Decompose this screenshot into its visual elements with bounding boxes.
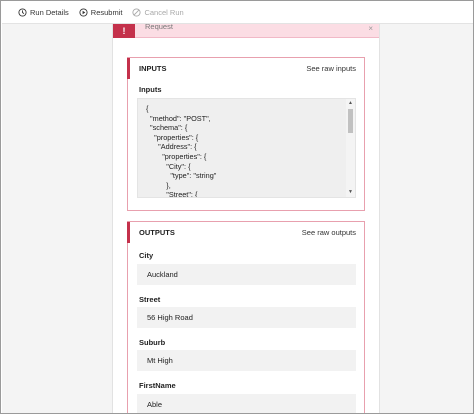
output-value-firstname: Able bbox=[137, 394, 356, 413]
run-details-button[interactable]: Run Details bbox=[18, 8, 69, 17]
inputs-code: { "method": "POST", "schema": { "propert… bbox=[146, 104, 217, 198]
trigger-title: Request bbox=[145, 22, 173, 31]
request-icon: ! bbox=[113, 24, 135, 38]
toolbar: Run Details Resubmit Cancel Run bbox=[2, 2, 473, 24]
output-label-firstname: FirstName bbox=[139, 381, 176, 390]
outputs-header: OUTPUTS See raw outputs bbox=[127, 222, 364, 243]
trigger-header[interactable]: ! Request × bbox=[113, 22, 379, 38]
output-value-suburb: Mt High bbox=[137, 350, 356, 371]
cancel-run-button[interactable]: Cancel Run bbox=[132, 8, 184, 17]
resubmit-button[interactable]: Resubmit bbox=[79, 8, 123, 17]
cancel-run-label: Cancel Run bbox=[144, 8, 184, 17]
inputs-title: INPUTS bbox=[139, 64, 167, 73]
scroll-down-arrow-icon[interactable]: ▼ bbox=[347, 189, 354, 196]
output-value-city: Auckland bbox=[137, 264, 356, 285]
output-label-street: Street bbox=[139, 295, 161, 304]
inputs-code-box[interactable]: { "method": "POST", "schema": { "propert… bbox=[137, 98, 356, 198]
close-icon[interactable]: × bbox=[368, 24, 373, 33]
history-icon bbox=[18, 8, 27, 17]
inputs-field-label: Inputs bbox=[139, 85, 162, 94]
scroll-up-arrow-icon[interactable]: ▲ bbox=[347, 100, 354, 107]
resubmit-icon bbox=[79, 8, 88, 17]
see-raw-outputs-link[interactable]: See raw outputs bbox=[302, 228, 356, 237]
run-content: ! Request × INPUTS See raw inputs Inputs… bbox=[2, 22, 473, 413]
run-details-label: Run Details bbox=[30, 8, 69, 17]
scroll-thumb[interactable] bbox=[348, 109, 353, 133]
inputs-header: INPUTS See raw inputs bbox=[127, 58, 364, 79]
run-details-window: Run Details Resubmit Cancel Run ! Reques… bbox=[0, 0, 474, 414]
resubmit-label: Resubmit bbox=[90, 8, 123, 17]
output-label-suburb: Suburb bbox=[139, 338, 166, 347]
action-card: ! Request × INPUTS See raw inputs Inputs… bbox=[112, 22, 380, 413]
output-label-city: City bbox=[139, 251, 154, 260]
see-raw-inputs-link[interactable]: See raw inputs bbox=[306, 64, 356, 73]
inputs-scrollbar[interactable]: ▲ ▼ bbox=[346, 99, 355, 197]
outputs-title: OUTPUTS bbox=[139, 228, 175, 237]
cancel-icon bbox=[132, 8, 142, 17]
output-value-street: 56 High Road bbox=[137, 307, 356, 328]
